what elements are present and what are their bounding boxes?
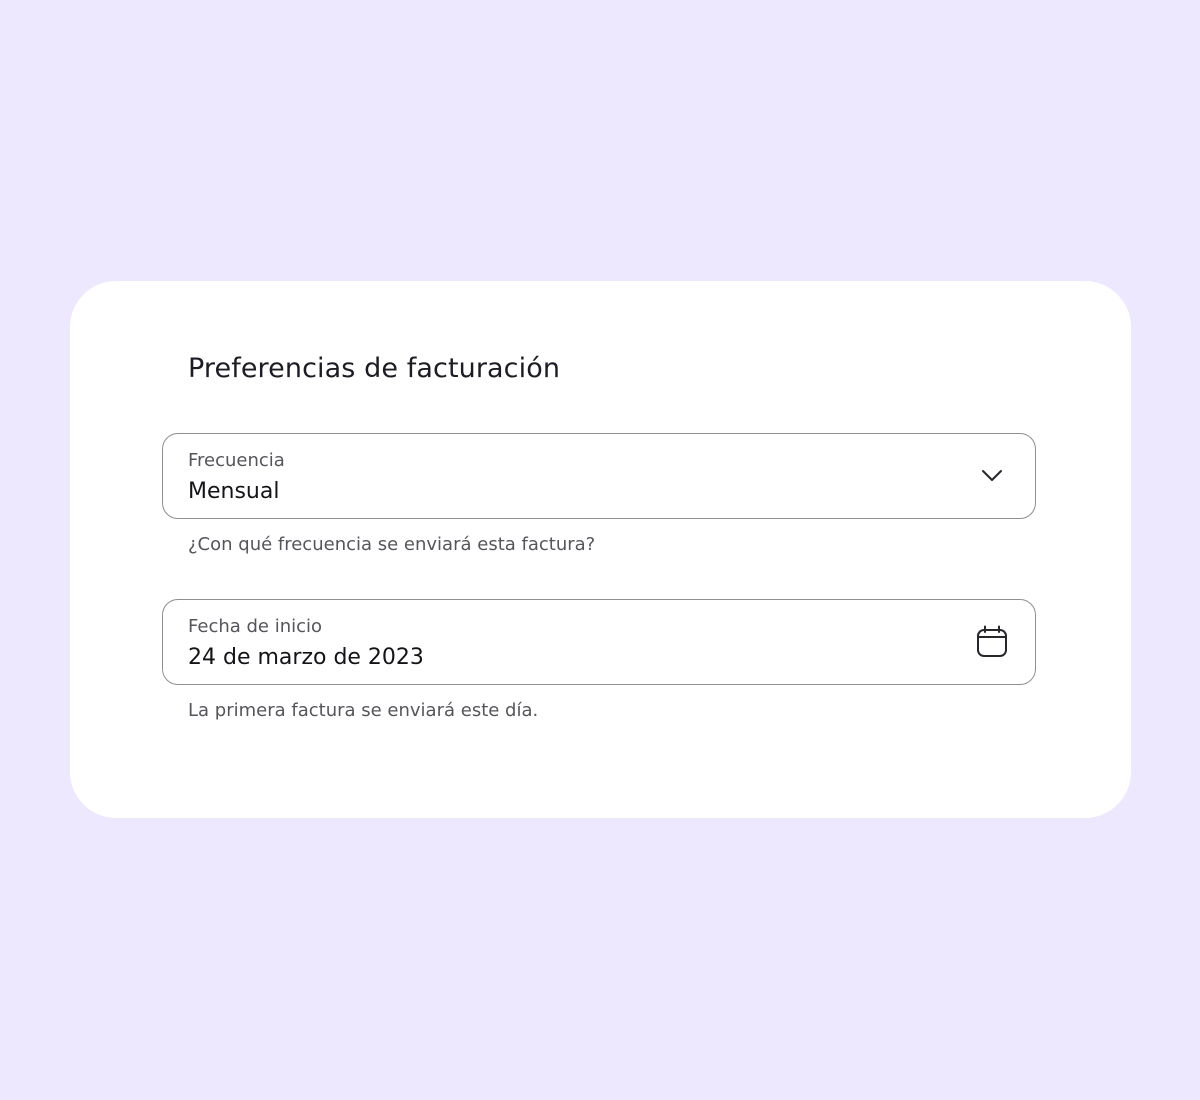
frequency-label: Frecuencia (188, 450, 285, 471)
start-date-field[interactable]: Fecha de inicio 24 de marzo de 2023 (162, 599, 1036, 685)
start-date-label: Fecha de inicio (188, 616, 323, 637)
frequency-helper-text: ¿Con qué frecuencia se enviará esta fact… (188, 534, 596, 555)
billing-preferences-card: Preferencias de facturación Frecuencia M… (70, 281, 1131, 818)
frequency-select[interactable]: Frecuencia Mensual (162, 433, 1036, 519)
calendar-icon[interactable] (975, 625, 1009, 659)
chevron-down-icon[interactable] (975, 459, 1009, 493)
frequency-value: Mensual (188, 479, 280, 504)
start-date-helper-text: La primera factura se enviará este día. (188, 700, 539, 721)
card-title: Preferencias de facturación (188, 353, 561, 384)
start-date-value: 24 de marzo de 2023 (188, 645, 424, 670)
